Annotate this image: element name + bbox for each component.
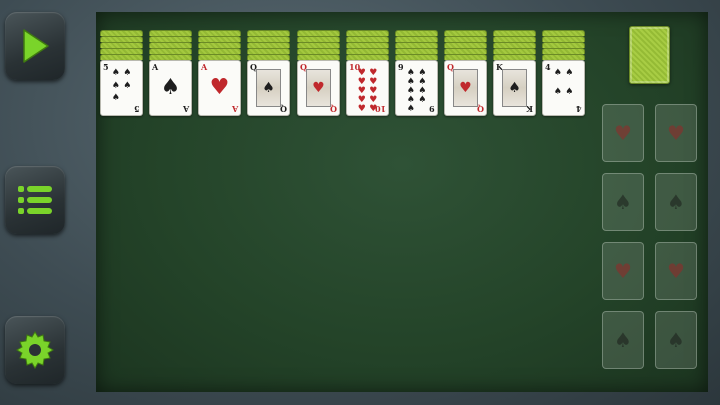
card-rank: A	[231, 104, 238, 114]
foundation-slot[interactable]: ♥	[602, 104, 644, 162]
foundation-slot[interactable]: ♠	[602, 311, 644, 369]
heart-icon: ♥	[614, 259, 632, 283]
card-table: 5 5 ♠ ♠ ♠ ♠ ♠ A A ♠ A A ♥ Q Q ♠ Q Q ♥ 10 10 ♥ ♥ ♥ ♥ ♥ ♥ ♥ ♥ ♥ ♥ 9 9 ♠ ♠ ♠ ♠ ♠…	[96, 12, 708, 392]
heart-icon: ♥	[369, 104, 378, 114]
card-9[interactable]: 9 9 ♠ ♠ ♠ ♠ ♠ ♠ ♠ ♠ ♠	[395, 60, 438, 116]
card-q[interactable]: Q Q ♥	[297, 60, 340, 116]
heart-icon: ♥	[614, 121, 632, 145]
foundation-slot[interactable]: ♥	[655, 104, 697, 162]
tableau-column-1[interactable]: 5 5 ♠ ♠ ♠ ♠ ♠	[100, 30, 143, 116]
heart-icon: ♥	[667, 121, 685, 145]
foundation-slot[interactable]: ♠	[655, 173, 697, 231]
card-10[interactable]: 10 10 ♥ ♥ ♥ ♥ ♥ ♥ ♥ ♥ ♥ ♥	[346, 60, 389, 116]
card-pips: ♠ ♠ ♠ ♠	[552, 69, 575, 107]
tableau-column-3[interactable]: A A ♥	[198, 30, 241, 116]
card-q[interactable]: Q Q ♠	[247, 60, 290, 116]
face-card-art: ♠	[502, 69, 527, 107]
play-button[interactable]	[5, 12, 65, 80]
heart-icon: ♥	[357, 104, 366, 114]
card-k[interactable]: K K ♠	[493, 60, 536, 116]
card-rank: 4	[576, 104, 582, 114]
spade-icon: ♠	[418, 95, 427, 105]
tableau-column-9[interactable]: K K ♠	[493, 30, 536, 116]
card-a[interactable]: A A ♠	[149, 60, 192, 116]
card-rank: 5	[134, 104, 140, 114]
list-icon	[18, 186, 52, 214]
tableau-column-4[interactable]: Q Q ♠	[247, 30, 290, 116]
card-rank: A	[152, 62, 159, 72]
card-rank: 9	[429, 104, 435, 114]
card-q[interactable]: Q Q ♥	[444, 60, 487, 116]
face-card-art: ♥	[306, 69, 331, 107]
face-card-art: ♠	[256, 69, 281, 107]
card-rank: A	[182, 104, 189, 114]
card-rank: 4	[545, 62, 551, 72]
face-card-art: ♥	[453, 69, 478, 107]
card-4[interactable]: 4 4 ♠ ♠ ♠ ♠	[542, 60, 585, 116]
card-a[interactable]: A A ♥	[198, 60, 241, 116]
spade-icon: ♠	[123, 80, 132, 91]
card-rank: Q	[477, 104, 484, 114]
tableau-column-8[interactable]: Q Q ♥	[444, 30, 487, 116]
card-rank: Q	[330, 104, 337, 114]
card-rank: Q	[280, 104, 287, 114]
card-pips: ♥ ♥ ♥ ♥ ♥ ♥ ♥ ♥ ♥ ♥	[356, 69, 379, 114]
spade-icon: ♠	[111, 68, 120, 78]
spade-icon: ♠	[614, 190, 632, 214]
card-rank: A	[201, 62, 208, 72]
foundation-slot[interactable]: ♥	[655, 242, 697, 300]
spade-icon: ♠	[614, 328, 632, 352]
spade-icon: ♠	[406, 104, 415, 114]
foundation-slot[interactable]: ♥	[602, 242, 644, 300]
heart-icon: ♥	[209, 75, 230, 100]
card-rank: 9	[398, 62, 404, 72]
tableau-column-5[interactable]: Q Q ♥	[297, 30, 340, 116]
heart-icon: ♥	[667, 259, 685, 283]
spade-icon: ♠	[553, 87, 562, 97]
spade-icon: ♠	[667, 328, 685, 352]
spade-icon: ♠	[565, 87, 574, 97]
spade-icon: ♠	[667, 190, 685, 214]
tableau-column-7[interactable]: 9 9 ♠ ♠ ♠ ♠ ♠ ♠ ♠ ♠ ♠	[395, 30, 438, 116]
settings-button[interactable]	[5, 316, 65, 384]
card-5[interactable]: 5 5 ♠ ♠ ♠ ♠ ♠	[100, 60, 143, 116]
foundation-slot[interactable]: ♠	[655, 311, 697, 369]
card-pips: ♠ ♠ ♠ ♠ ♠	[110, 69, 133, 107]
spade-icon: ♠	[111, 93, 120, 104]
foundation-slot[interactable]: ♠	[602, 173, 644, 231]
spade-icon: ♠	[553, 68, 562, 78]
card-pips: ♠ ♠ ♠ ♠ ♠ ♠ ♠ ♠ ♠	[405, 69, 428, 114]
tableau-column-10[interactable]: 4 4 ♠ ♠ ♠ ♠	[542, 30, 585, 116]
card-rank: K	[526, 104, 533, 114]
card-rank: 5	[103, 62, 109, 72]
spade-icon: ♠	[123, 68, 132, 78]
spade-icon: ♠	[565, 68, 574, 78]
menu-button[interactable]	[5, 166, 65, 234]
play-icon	[23, 29, 49, 63]
gear-icon	[16, 331, 54, 369]
tableau-column-6[interactable]: 10 10 ♥ ♥ ♥ ♥ ♥ ♥ ♥ ♥ ♥ ♥	[346, 30, 389, 116]
stock-pile[interactable]	[629, 26, 670, 84]
tableau-column-2[interactable]: A A ♠	[149, 30, 192, 116]
spade-icon: ♠	[160, 75, 181, 100]
